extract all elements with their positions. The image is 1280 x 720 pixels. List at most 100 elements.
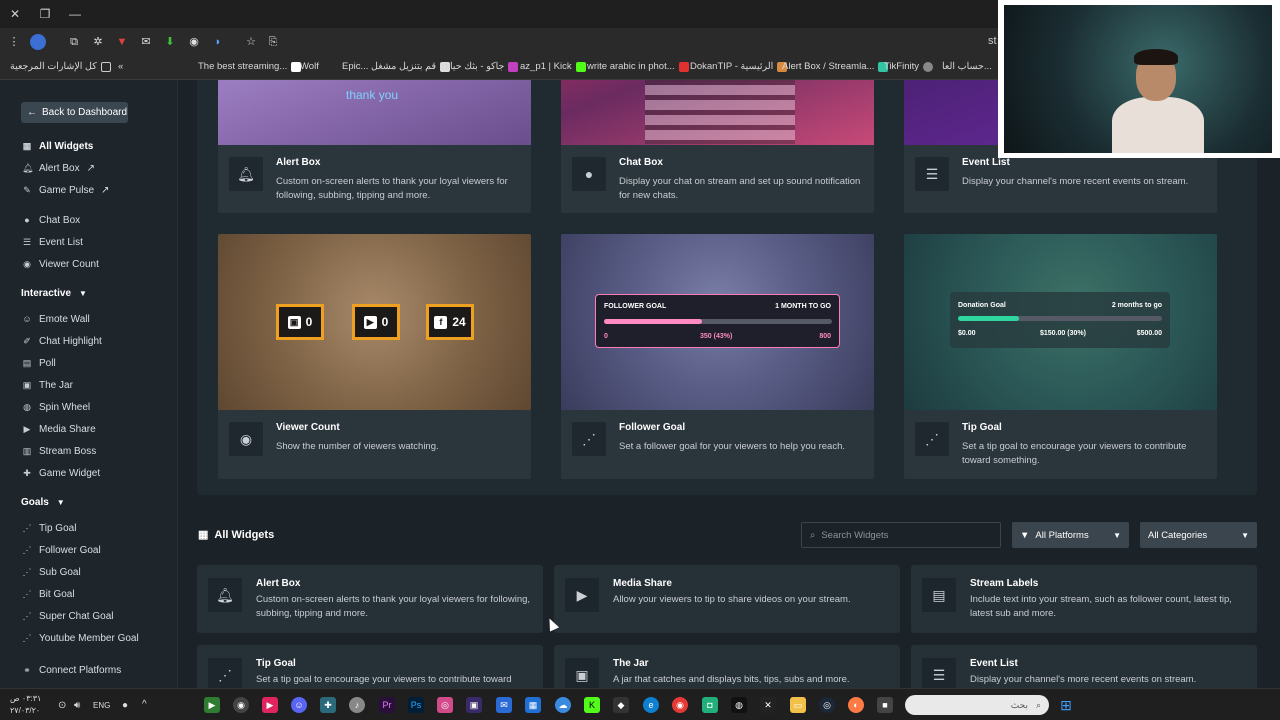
extension-icon[interactable]: ▼ — [114, 34, 130, 50]
chevron-up-icon[interactable]: ^ — [142, 699, 147, 710]
app-icon[interactable]: ✚ — [320, 697, 336, 713]
edge-icon[interactable]: e — [643, 697, 659, 713]
sidebar-item-stream-boss[interactable]: ▥ Stream Boss — [22, 444, 97, 458]
sidebar-item-sub-goal[interactable]: ⋰ Sub Goal — [22, 565, 81, 579]
extension-icon[interactable]: ⧉ — [66, 34, 82, 50]
kick-icon[interactable]: K — [584, 697, 600, 713]
sidebar-item-chat-highlight[interactable]: ✐ Chat Highlight — [22, 334, 102, 348]
sidebar-item-bit-goal[interactable]: ⋰ Bit Goal — [22, 587, 75, 601]
sidebar-item-media-share[interactable]: ▶ Media Share — [22, 422, 96, 436]
app-icon[interactable]: ◘ — [702, 697, 718, 713]
section-interactive[interactable]: Interactive ▼ — [21, 288, 87, 299]
cloud-icon[interactable]: ☁ — [555, 697, 571, 713]
app-icon[interactable]: ◐ — [848, 697, 864, 713]
translate-icon[interactable]: ⎘ — [265, 34, 281, 50]
bookmark[interactable]: DokanTIP - الرئيسية — [690, 61, 788, 72]
volume-icon[interactable]: 🔊︎ — [74, 700, 80, 711]
sidebar-item-chat-box[interactable]: ● Chat Box — [22, 213, 80, 227]
sidebar-item-poll[interactable]: ▤ Poll — [22, 356, 56, 370]
widget-card-follower-goal[interactable]: FOLLOWER GOAL 1 MONTH TO GO 0 350 (43%) … — [561, 234, 874, 479]
sidebar-item-viewer-count[interactable]: ◉ Viewer Count — [22, 257, 99, 271]
widget-card-alert-box[interactable]: thank you 🔔︎ Alert Box Custom on-screen … — [218, 80, 531, 213]
categories-dropdown[interactable]: All Categories ▼ — [1140, 522, 1257, 548]
music-icon[interactable]: ♪ — [349, 697, 365, 713]
sidebar-item-emote-wall[interactable]: ☺ Emote Wall — [22, 312, 89, 326]
back-to-dashboard-button[interactable]: ← Back to Dashboard — [21, 102, 128, 123]
viewer-count-preview: ▣ 0 ▶ 0 f 24 — [218, 234, 531, 410]
sidebar-item-alert-box[interactable]: 🔔︎ Alert Box ↗ — [22, 161, 95, 175]
widget-card-tip-goal[interactable]: Donation Goal 2 months to go $0.00 $150.… — [904, 234, 1217, 479]
restore-icon[interactable]: ❐ — [36, 5, 54, 23]
widget-card-viewer-count[interactable]: ▣ 0 ▶ 0 f 24 ◉ Viewer Count Show the number… — [218, 234, 531, 479]
app-icon[interactable]: ▣ — [466, 697, 482, 713]
sidebar-item-event-list[interactable]: ☰ Event List — [22, 235, 83, 249]
premiere-icon[interactable]: Pr — [379, 697, 395, 713]
sidebar-item-connect-platforms[interactable]: ⚭ Connect Platforms — [22, 663, 121, 677]
steam-icon[interactable]: ◎ — [819, 697, 835, 713]
bookmark[interactable]: Wolf — [300, 61, 319, 72]
search-widgets-input[interactable]: ⌕ Search Widgets — [801, 522, 1001, 548]
taskbar-search[interactable]: بحث ⌕ — [905, 695, 1049, 715]
app-icon[interactable]: ◆ — [613, 697, 629, 713]
windows-start-icon[interactable]: ⊞ — [1058, 697, 1074, 713]
minimize-icon[interactable]: — — [66, 5, 84, 23]
widget-list-item-media-share[interactable]: ▶ Media Share Allow your viewers to tip … — [554, 565, 900, 633]
app-icon[interactable]: ■ — [877, 697, 893, 713]
bookmark[interactable]: az_p1 | Kick — [520, 61, 586, 72]
mic-icon[interactable]: ● — [122, 700, 128, 711]
chrome-icon[interactable]: ◉ — [672, 697, 688, 713]
discord-icon[interactable]: ☺ — [291, 697, 307, 713]
sidebar-item-spin-wheel[interactable]: ◍ Spin Wheel — [22, 400, 90, 414]
bookmark-all[interactable]: كل الإشارات المرجعية — [10, 61, 111, 72]
bookmark[interactable]: Epic... قم بتنزيل مشغل — [342, 61, 450, 72]
menu-icon[interactable]: ⋮ — [6, 34, 22, 50]
app-icon[interactable]: ▶ — [204, 697, 220, 713]
extension-icon[interactable]: ◉ — [186, 34, 202, 50]
language-indicator[interactable]: ENG — [93, 701, 110, 710]
extension-icon[interactable]: ◗ — [210, 34, 226, 50]
bell-icon: 🔔︎ — [22, 163, 34, 173]
sidebar-item-all-widgets[interactable]: ▦ All Widgets — [22, 139, 94, 153]
app-icon[interactable]: ◎ — [437, 697, 453, 713]
sidebar-item-follower-goal[interactable]: ⋰ Follower Goal — [22, 543, 101, 557]
sidebar-item-super-chat-goal[interactable]: ⋰ Super Chat Goal — [22, 609, 114, 623]
widget-list-item-tip-goal[interactable]: ⋰ Tip Goal Set a tip goal to encourage y… — [197, 645, 543, 688]
sidebar-item-youtube-member-goal[interactable]: ⋰ Youtube Member Goal — [22, 631, 139, 645]
section-goals[interactable]: Goals ▼ — [21, 497, 65, 508]
folder-icon[interactable]: ▭ — [790, 697, 806, 713]
sidebar-item-game-widget[interactable]: ✚ Game Widget — [22, 466, 100, 480]
url-bar[interactable]: st — [988, 35, 997, 47]
bookmark[interactable]: حساب العا... — [942, 61, 992, 72]
collapse-icon[interactable]: « — [118, 61, 123, 72]
sidebar-item-the-jar[interactable]: ▣ The Jar — [22, 378, 73, 392]
app-icon[interactable]: ▦ — [525, 697, 541, 713]
caret-down-icon: ▼ — [1113, 530, 1121, 540]
app-icon[interactable]: ✉ — [496, 697, 512, 713]
widget-list-item-alert-box[interactable]: 🔔︎ Alert Box Custom on-screen alerts to … — [197, 565, 543, 633]
extension-icon[interactable]: ✲ — [90, 34, 106, 50]
facebook-viewer-badge: f 24 — [426, 304, 474, 340]
bookmark[interactable]: Alert Box / Streamla... — [782, 61, 889, 72]
widget-list-item-the-jar[interactable]: ▣ The Jar A jar that catches and display… — [554, 645, 900, 688]
profile-icon[interactable] — [30, 34, 46, 50]
app-icon[interactable]: ◍ — [731, 697, 747, 713]
widget-list-item-stream-labels[interactable]: ▤ Stream Labels Include text into your s… — [911, 565, 1257, 633]
bookmark[interactable]: جاكو - بثك حياة — [445, 61, 519, 72]
bookmark[interactable]: TikFinity — [884, 61, 934, 72]
app-icon[interactable]: ▶ — [262, 697, 278, 713]
bookmark[interactable]: write arabic in phot... — [587, 61, 689, 72]
widget-card-chat-box[interactable]: ● Chat Box Display your chat on stream a… — [561, 80, 874, 213]
widget-list-item-event-list[interactable]: ☰ Event List Display your channel's more… — [911, 645, 1257, 688]
notification-icon[interactable]: ⊙ — [58, 700, 66, 711]
star-icon[interactable]: ☆ — [243, 34, 259, 50]
sidebar-item-tip-goal[interactable]: ⋰ Tip Goal — [22, 521, 77, 535]
sidebar-item-game-pulse[interactable]: ✎ Game Pulse ↗ — [22, 183, 109, 197]
close-icon[interactable]: ✕ — [6, 5, 24, 23]
photoshop-icon[interactable]: Ps — [408, 697, 424, 713]
extension-icon[interactable]: ⬇ — [162, 34, 178, 50]
bookmark[interactable]: The best streaming... — [198, 61, 302, 72]
extension-icon[interactable]: ✉ — [138, 34, 154, 50]
platforms-dropdown[interactable]: ▼ All Platforms ▼ — [1012, 522, 1129, 548]
obs-icon[interactable]: ◉ — [233, 697, 249, 713]
capcut-icon[interactable]: ✕ — [760, 697, 776, 713]
